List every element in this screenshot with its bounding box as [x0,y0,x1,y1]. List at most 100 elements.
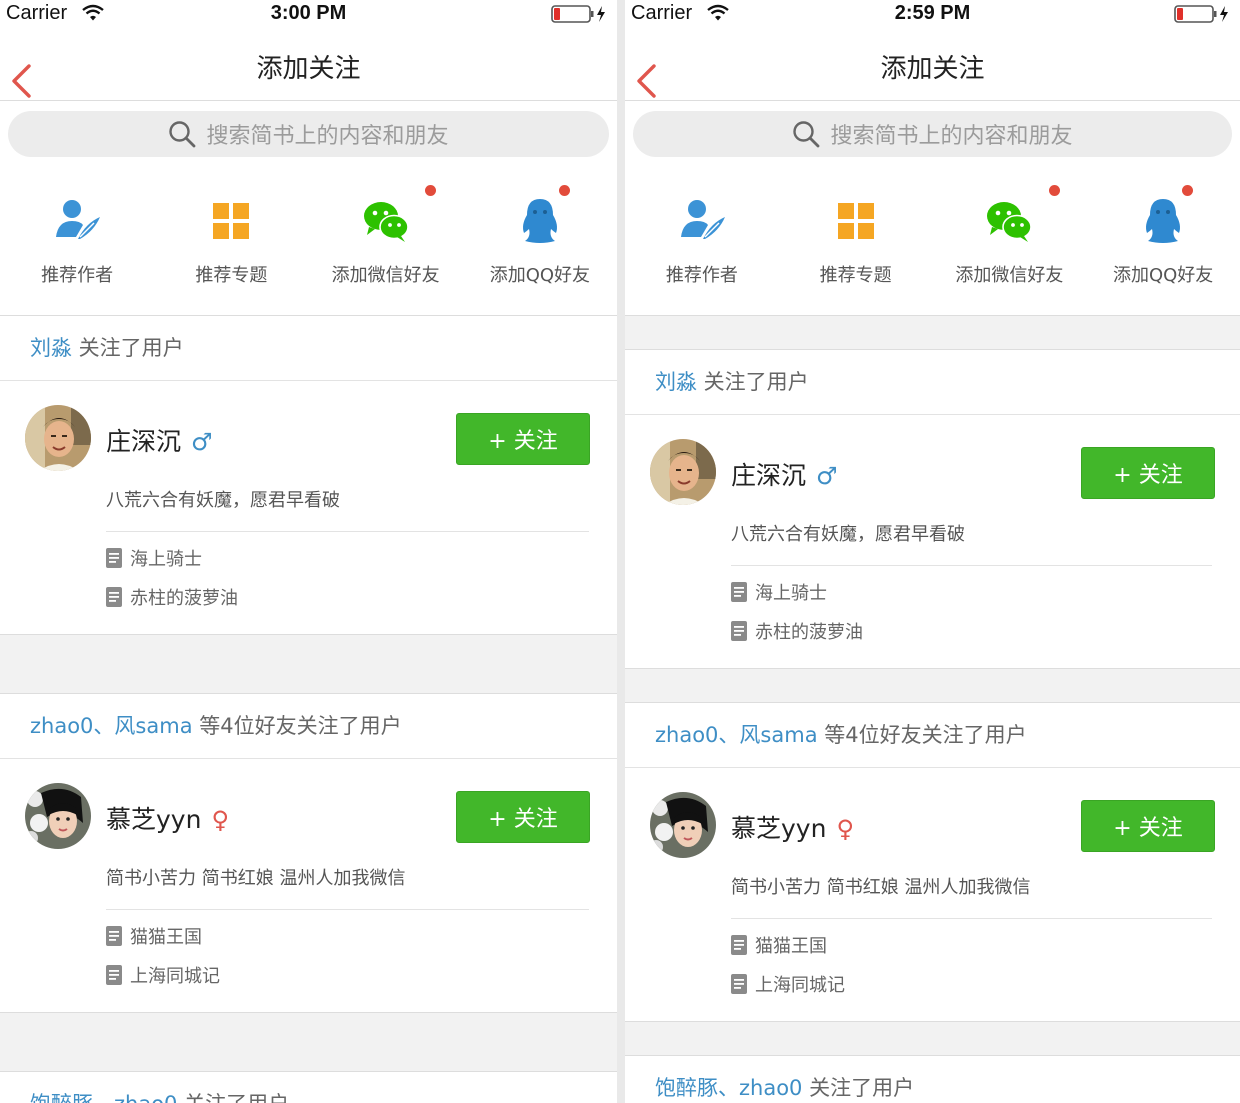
shortcut-add-wechat-friends[interactable]: 添加微信好友 [933,167,1087,315]
search-placeholder: 搜索简书上的内容和朋友 [830,124,1073,149]
follow-button[interactable]: + 关注 [456,413,590,465]
friend-link[interactable]: zhao0 [739,1076,802,1100]
shortcut-add-qq-friends[interactable]: 添加QQ好友 [1086,167,1240,315]
collection-name: 猫猫王国 [130,926,202,948]
status-time: 3:00 PM [270,2,347,24]
status-time: 2:59 PM [894,2,971,24]
card-header-text: 关注了用户 [177,1092,289,1103]
separator: 、 [93,714,115,738]
user-row[interactable]: 慕芝yyn ♀ + 关注 [625,768,1240,858]
search-input[interactable]: 搜索简书上的内容和朋友 [633,111,1232,157]
wechat-icon [987,202,1033,242]
user-name-text[interactable]: 慕芝yyn [731,814,826,843]
user-name-text[interactable]: 庄深沉 [731,461,806,490]
collection-item[interactable]: 上海同城记 [106,955,617,994]
card-header: zhao0、风sama 等4位好友关注了用户 [625,703,1240,768]
card-header-text: 关注了用户 [802,1076,915,1100]
screenshot-pair: Carrier 3:00 PM 添加关注 搜索简书上的内容和朋友 推荐作者 推荐… [0,0,1240,1103]
note-icon [106,964,122,985]
battery-icon [1174,5,1228,23]
search-input[interactable]: 搜索简书上的内容和朋友 [8,111,609,157]
friend-link[interactable]: 刘淼 [655,370,697,394]
collection-item[interactable]: 海上骑士 [106,538,617,577]
shortcut-recommended-topics[interactable]: 推荐专题 [779,167,933,315]
user-name[interactable]: 慕芝yyn ♀ [731,809,854,845]
friend-link[interactable]: zhao0 [655,723,718,747]
follow-card: 刘淼 关注了用户 庄深沉 ♂ + 关注 八荒六合有妖魔，愿君早看破 海上骑士 赤柱的… [0,316,617,635]
collection-list: 海上骑士赤柱的菠萝油 [0,532,617,634]
follow-button[interactable]: + 关注 [1081,800,1215,852]
shortcut-add-wechat-friends[interactable]: 添加微信好友 [309,167,463,315]
card-header-text: 等4位好友关注了用户 [817,723,1027,747]
grid-icon [213,203,250,239]
qq-penguin-icon [1146,199,1181,243]
friend-link[interactable]: 饱醉豚 [30,1092,93,1103]
search-area: 搜索简书上的内容和朋友 [0,101,617,167]
note-icon [106,925,122,946]
user-name[interactable]: 庄深沉 ♂ [106,422,213,458]
male-icon: ♂ [191,428,213,456]
nav-bar: 添加关注 [0,32,617,101]
user-bio: 简书小苦力 简书红娘 温州人加我微信 [106,849,589,910]
note-icon [731,973,747,994]
collection-name: 海上骑士 [130,548,202,570]
user-name[interactable]: 庄深沉 ♂ [731,456,838,492]
search-icon [169,121,196,148]
avatar[interactable] [650,792,716,858]
section-gap [0,635,617,694]
collection-list: 猫猫王国上海同城记 [625,919,1240,1021]
friend-link[interactable]: 风sama [114,714,192,738]
collection-name: 猫猫王国 [755,935,827,957]
page-title: 添加关注 [880,54,985,84]
separator: 、 [93,1092,114,1103]
user-row[interactable]: 慕芝yyn ♀ + 关注 [0,759,617,849]
status-bar: Carrier 3:00 PM [0,0,617,32]
nav-bar: 添加关注 [625,32,1240,101]
shortcut-label: 添加微信好友 [331,265,440,286]
note-icon [106,547,122,568]
card-header: 饱醉豚、zhao0 关注了用户 [625,1056,1240,1103]
follow-card: 饱醉豚、zhao0 关注了用户 [625,1056,1240,1103]
collection-list: 猫猫王国上海同城记 [0,910,617,1012]
notification-dot [424,185,436,196]
friend-link[interactable]: zhao0 [114,1092,177,1103]
collection-item[interactable]: 赤柱的菠萝油 [106,577,617,616]
avatar[interactable] [650,439,716,505]
card-header-text: 关注了用户 [72,336,184,360]
card-header: zhao0、风sama 等4位好友关注了用户 [0,694,617,759]
follow-button[interactable]: + 关注 [456,791,590,843]
avatar[interactable] [25,405,91,471]
shortcut-add-qq-friends[interactable]: 添加QQ好友 [463,167,617,315]
friend-link[interactable]: 刘淼 [30,336,72,360]
screen-left: Carrier 3:00 PM 添加关注 搜索简书上的内容和朋友 推荐作者 推荐… [0,0,617,1103]
collection-item[interactable]: 赤柱的菠萝油 [731,611,1240,650]
collection-name: 海上骑士 [755,582,827,604]
avatar-photo [25,783,91,849]
collection-item[interactable]: 上海同城记 [731,964,1240,1003]
shortcut-recommended-authors[interactable]: 推荐作者 [0,167,154,315]
notification-dot [1048,185,1060,196]
page-title: 添加关注 [256,54,361,84]
user-name[interactable]: 慕芝yyn ♀ [106,800,229,836]
shortcut-bar: 推荐作者 推荐专题 添加微信好友 添加QQ好友 [625,167,1240,316]
user-row[interactable]: 庄深沉 ♂ + 关注 [625,415,1240,505]
friend-link[interactable]: 饱醉豚 [655,1076,718,1100]
shortcut-recommended-topics[interactable]: 推荐专题 [154,167,308,315]
user-name-text[interactable]: 慕芝yyn [106,805,201,834]
user-name-text[interactable]: 庄深沉 [106,427,181,456]
collection-item[interactable]: 海上骑士 [731,572,1240,611]
search-area: 搜索简书上的内容和朋友 [625,101,1240,167]
collection-item[interactable]: 猫猫王国 [731,925,1240,964]
shortcut-label: 推荐作者 [665,265,738,286]
shortcut-recommended-authors[interactable]: 推荐作者 [625,167,779,315]
avatar[interactable] [25,783,91,849]
female-icon: ♀ [211,806,230,834]
follow-button[interactable]: + 关注 [1081,447,1215,499]
user-row[interactable]: 庄深沉 ♂ + 关注 [0,381,617,471]
note-icon [731,581,747,602]
friend-link[interactable]: 风sama [739,723,817,747]
shortcut-label: 推荐专题 [819,265,892,286]
friend-link[interactable]: zhao0 [30,714,93,738]
collection-item[interactable]: 猫猫王国 [106,916,617,955]
section-gap [0,1013,617,1072]
